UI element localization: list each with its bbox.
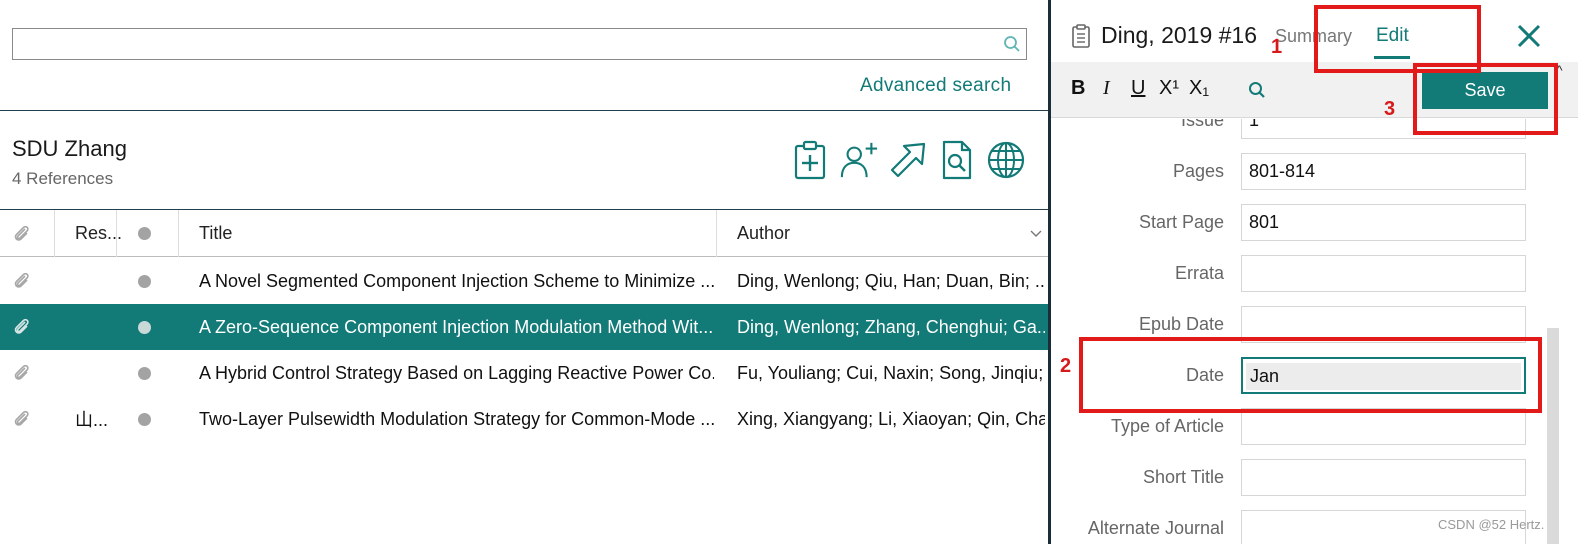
read-status-dot-icon — [138, 227, 151, 240]
author-cell: Fu, Youliang; Cui, Naxin; Song, Jinqiu; … — [737, 362, 1045, 383]
paperclip-icon — [14, 225, 29, 241]
field-input-pages[interactable]: 801-814 — [1241, 153, 1526, 190]
bold-button[interactable]: B — [1071, 77, 1085, 100]
attachment-cell[interactable] — [12, 350, 32, 396]
title-cell: A Hybrid Control Strategy Based on Laggi… — [199, 362, 714, 383]
column-header-title[interactable]: Title — [199, 210, 232, 257]
research-cell — [75, 350, 115, 396]
paperclip-icon — [14, 318, 29, 334]
reference-count: 4 References — [12, 169, 114, 188]
library-pane: Advanced search SDU Zhang 4 References R… — [0, 0, 1048, 544]
annotation-box-2 — [1079, 337, 1542, 413]
column-header-research[interactable]: Res... — [75, 210, 122, 257]
field-row-short-title: Short Title — [1051, 459, 1539, 497]
title-cell: A Zero-Sequence Component Injection Modu… — [199, 316, 714, 337]
column-separator — [54, 210, 55, 257]
add-user-icon[interactable] — [839, 138, 879, 182]
field-input-short-title[interactable] — [1241, 459, 1526, 496]
online-search-globe-icon[interactable] — [986, 138, 1026, 182]
field-label-type-of-article: Type of Article — [1110, 416, 1224, 436]
column-separator — [178, 210, 179, 257]
reference-fields: Issue 1 Pages 801-814 Start Page 801 Errata Epu… — [1051, 119, 1539, 544]
read-status-dot-icon — [138, 412, 151, 426]
table-row[interactable]: A Hybrid Control Strategy Based on Laggi… — [0, 350, 1048, 396]
read-status-dot-icon — [138, 320, 151, 334]
field-row-type-of-article: Type of Article — [1051, 408, 1539, 446]
attachment-cell[interactable] — [12, 304, 32, 350]
field-label-alternate-journal: Alternate Journal — [1087, 518, 1224, 538]
column-header-author[interactable]: Author — [737, 210, 790, 257]
paperclip-icon — [14, 272, 29, 288]
field-row-errata: Errata — [1051, 255, 1539, 293]
research-cell — [75, 304, 115, 350]
field-label-epub-date: Epub Date — [1138, 314, 1224, 334]
field-label-short-title: Short Title — [1142, 467, 1224, 487]
title-cell: Two-Layer Pulsewidth Modulation Strategy… — [199, 408, 714, 429]
field-row-pages: Pages 801-814 — [1051, 153, 1539, 191]
author-cell: Xing, Xiangyang; Li, Xiaoyan; Qin, Cha..… — [737, 408, 1045, 429]
read-status-cell[interactable] — [138, 350, 151, 396]
field-label-issue: Issue — [1180, 119, 1224, 130]
paperclip-icon — [14, 410, 29, 426]
table-row[interactable]: A Novel Segmented Component Injection Sc… — [0, 258, 1048, 304]
underline-button[interactable]: U — [1131, 77, 1145, 100]
annotation-box-3 — [1413, 63, 1558, 135]
research-cell: 山... — [75, 410, 109, 430]
field-input-type-of-article[interactable] — [1241, 408, 1526, 445]
group-title: SDU Zhang — [12, 136, 127, 161]
advanced-search-link[interactable]: Advanced search — [860, 75, 1011, 97]
annotation-number-3: 3 — [1384, 98, 1396, 120]
fields-scrollbar[interactable] — [1547, 328, 1559, 544]
column-separator — [716, 210, 717, 257]
annotation-number-2: 2 — [1060, 355, 1072, 377]
add-reference-icon[interactable] — [790, 138, 830, 182]
column-header-attachment[interactable] — [12, 210, 32, 257]
paperclip-icon — [14, 364, 29, 380]
column-header-read-status[interactable] — [138, 210, 151, 257]
field-label-pages: Pages — [1172, 161, 1224, 181]
watermark: CSDN @52 Hertz. — [1438, 517, 1545, 532]
reference-title: Ding, 2019 #16 — [1101, 22, 1258, 48]
library-toolbar — [790, 138, 1026, 182]
export-arrow-icon[interactable] — [888, 138, 928, 182]
field-input-errata[interactable] — [1241, 255, 1526, 292]
find-in-text-icon[interactable] — [1248, 81, 1266, 99]
table-row[interactable]: A Zero-Sequence Component Injection Modu… — [0, 304, 1048, 350]
italic-button[interactable]: I — [1103, 77, 1110, 100]
subscript-button[interactable]: X₁ — [1189, 77, 1209, 100]
attachment-cell[interactable] — [12, 396, 32, 442]
chevron-down-icon[interactable] — [1030, 210, 1042, 257]
superscript-button[interactable]: X¹ — [1159, 77, 1179, 100]
reference-clipboard-icon — [1072, 24, 1090, 48]
field-input-start-page[interactable]: 801 — [1241, 204, 1526, 241]
read-status-dot-icon — [138, 274, 151, 288]
search-icon[interactable] — [1003, 35, 1021, 53]
read-status-cell[interactable] — [138, 258, 151, 304]
title-cell: A Novel Segmented Component Injection Sc… — [199, 270, 714, 291]
field-label-start-page: Start Page — [1138, 212, 1224, 232]
read-status-cell[interactable] — [138, 304, 151, 350]
read-status-cell[interactable] — [138, 396, 151, 442]
find-pdf-icon[interactable] — [937, 138, 977, 182]
search-input[interactable] — [12, 28, 1027, 60]
close-icon[interactable] — [1515, 22, 1543, 50]
field-row-start-page: Start Page 801 — [1051, 204, 1539, 242]
read-status-dot-icon — [138, 366, 151, 380]
attachment-cell[interactable] — [12, 258, 32, 304]
annotation-number-1: 1 — [1271, 36, 1283, 58]
author-cell: Ding, Wenlong; Qiu, Han; Duan, Bin; ... — [737, 270, 1045, 291]
table-row[interactable]: 山... Two-Layer Pulsewidth Modulation Stra… — [0, 396, 1048, 442]
research-cell — [75, 258, 115, 304]
divider — [0, 110, 1048, 111]
column-separator — [116, 210, 117, 257]
field-label-errata: Errata — [1174, 263, 1224, 283]
author-cell: Ding, Wenlong; Zhang, Chenghui; Ga... — [737, 316, 1045, 337]
table-header: Res... Title Author — [0, 210, 1048, 257]
